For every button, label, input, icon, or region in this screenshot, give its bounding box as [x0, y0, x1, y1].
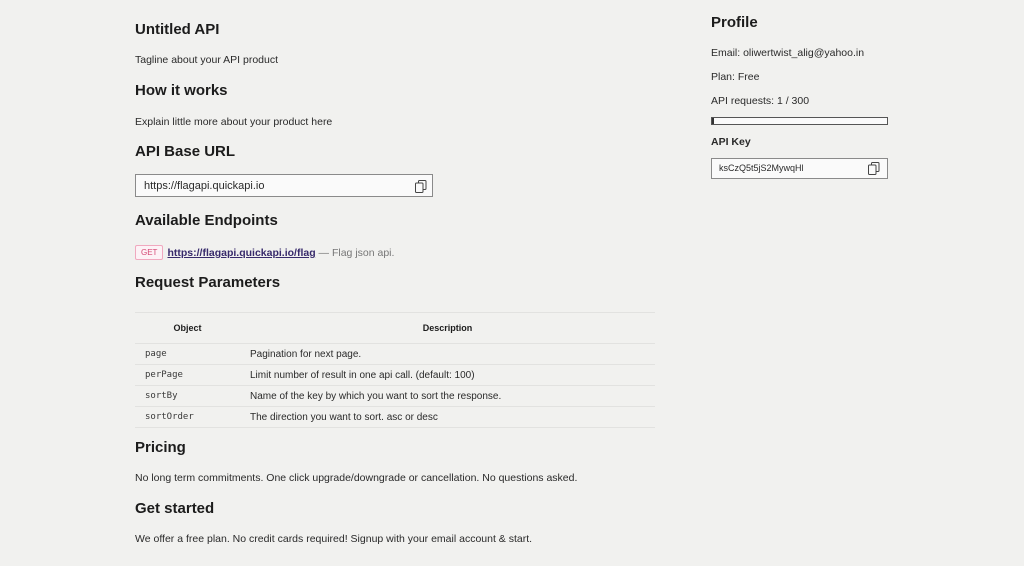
param-name: perPage: [135, 364, 240, 386]
param-name: sortOrder: [135, 406, 240, 428]
param-name: page: [135, 343, 240, 365]
param-description: Pagination for next page.: [240, 343, 655, 365]
get-method-badge: GET: [135, 245, 164, 261]
param-description: Limit number of result in one api call. …: [240, 364, 655, 386]
profile-plan: Plan: Free: [711, 71, 760, 83]
request-parameters-heading: Request Parameters: [135, 274, 281, 291]
how-it-works-text: Explain little more about your product h…: [135, 116, 333, 128]
table-row: page Pagination for next page.: [135, 343, 655, 365]
param-description: The direction you want to sort. asc or d…: [240, 406, 655, 428]
table-row: perPage Limit number of result in one ap…: [135, 364, 655, 386]
column-header-description: Description: [240, 312, 655, 344]
table-row: sortOrder The direction you want to sort…: [135, 406, 655, 428]
get-started-heading: Get started: [135, 500, 215, 517]
profile-email: Email: oliwertwist_alig@yahoo.in: [711, 47, 865, 59]
request-parameters-table: Object Description page Pagination for n…: [135, 312, 655, 428]
pricing-text: No long term commitments. One click upgr…: [135, 472, 578, 484]
how-it-works-heading: How it works: [135, 82, 228, 99]
tagline: Tagline about your API product: [135, 54, 279, 66]
endpoint-description: — Flag json api.: [315, 246, 395, 259]
base-url-field[interactable]: https://flagapi.quickapi.io: [135, 174, 433, 197]
api-requests-count: API requests: 1 / 300: [711, 95, 810, 107]
endpoint-link[interactable]: https://flagapi.quickapi.io/flag: [167, 247, 315, 259]
api-key-value: ksCzQ5t5jS2MywqHl: [719, 163, 804, 173]
table-row: sortBy Name of the key by which you want…: [135, 385, 655, 407]
api-requests-progress-bar: [711, 117, 888, 125]
column-header-object: Object: [135, 312, 240, 344]
base-url-value: https://flagapi.quickapi.io: [144, 180, 265, 192]
api-key-field[interactable]: ksCzQ5t5jS2MywqHl: [711, 158, 888, 179]
get-started-text: We offer a free plan. No credit cards re…: [135, 533, 533, 545]
copy-icon[interactable]: [868, 162, 884, 176]
api-base-url-heading: API Base URL: [135, 143, 236, 160]
profile-heading: Profile: [711, 14, 758, 31]
table-header-row: Object Description: [135, 312, 655, 344]
progress-fill: [712, 118, 714, 124]
param-description: Name of the key by which you want to sor…: [240, 385, 655, 407]
api-key-label: API Key: [711, 136, 751, 148]
endpoint-item: GET https://flagapi.quickapi.io/flag — Fl…: [135, 244, 395, 261]
param-name: sortBy: [135, 385, 240, 407]
copy-icon[interactable]: [415, 180, 429, 194]
pricing-heading: Pricing: [135, 439, 186, 456]
available-endpoints-heading: Available Endpoints: [135, 212, 278, 229]
api-title: Untitled API: [135, 21, 220, 38]
